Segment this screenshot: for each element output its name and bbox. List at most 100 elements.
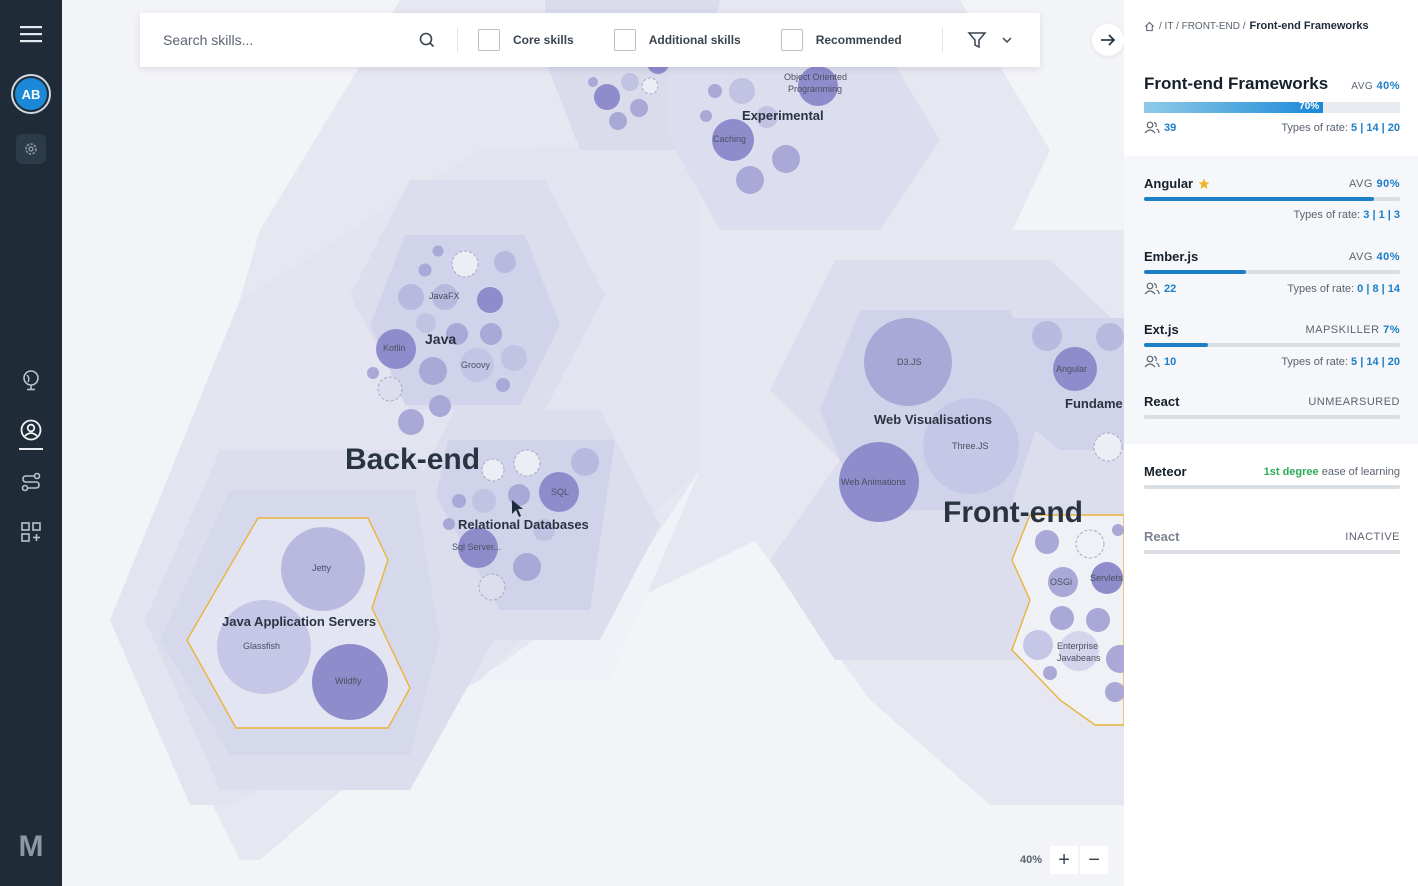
rates-value: 0 | 8 | 14 — [1357, 282, 1400, 295]
framework-list: Angular AVG 90% Types of rate: 3 | 1 | 3… — [1124, 156, 1418, 444]
filter-icon[interactable] — [967, 30, 987, 50]
skill-groovy[interactable]: Groovy — [461, 360, 490, 370]
list-item-angular[interactable]: Angular AVG 90% Types of rate: 3 | 1 | 3 — [1144, 176, 1400, 221]
item-progress-bar — [1144, 343, 1400, 347]
zoom-in-button[interactable]: + — [1050, 846, 1079, 874]
skill-angular[interactable]: Angular — [1056, 364, 1087, 374]
skills-map[interactable]: Back-end Front-end Java Relational Datab… — [62, 0, 1124, 886]
breadcrumb-current: Front-end Frameworks — [1249, 20, 1369, 32]
item-name: Angular — [1144, 176, 1194, 191]
breadcrumb: / IT / FRONT-END / Front-end Frameworks — [1144, 20, 1369, 32]
skill-osgi[interactable]: OSGi — [1050, 577, 1072, 587]
collapse-panel-button[interactable] — [1092, 24, 1124, 56]
degree-text: ease of learning — [1321, 465, 1400, 478]
cluster-label-java-app-servers[interactable]: Java Application Servers — [222, 614, 376, 629]
filter-label: Recommended — [815, 33, 902, 47]
rate-types: Types of rate: 5 | 14 | 20 — [1281, 356, 1400, 368]
breadcrumb-path[interactable]: / IT / FRONT-END / — [1159, 21, 1245, 32]
learning-ease: 1st degree ease of learning — [1264, 466, 1400, 478]
skill-javafx[interactable]: JavaFX — [429, 291, 460, 301]
item-avg: AVG 90% — [1349, 178, 1400, 190]
cluster-label-experimental[interactable]: Experimental — [742, 108, 824, 123]
skill-wildfly[interactable]: Wildfly — [335, 676, 362, 686]
item-name: Ext.js — [1144, 322, 1179, 337]
area-label-frontend[interactable]: Front-end — [943, 496, 1083, 530]
filter-label: Core skills — [513, 33, 574, 47]
filter-label: Additional skills — [648, 33, 741, 47]
globe-icon[interactable] — [11, 360, 51, 400]
details-panel: / IT / FRONT-END / Front-end Frameworks … — [1124, 0, 1418, 886]
item-progress-bar — [1144, 197, 1400, 201]
filter-additional-skills[interactable]: Additional skills — [613, 29, 741, 51]
filter-core-skills[interactable]: Core skills — [478, 29, 574, 51]
list-item-emberjs[interactable]: Ember.js AVG 40% 22 Types of rate: 0 | 8… — [1144, 249, 1400, 295]
status-value: 7% — [1383, 323, 1400, 336]
list-item-extjs[interactable]: Ext.js MAPSKILLER 7% 10 Types of rate: 5… — [1144, 322, 1400, 368]
skill-enterprise-javabeans[interactable]: Enterprise — [1057, 641, 1098, 651]
users-value: 10 — [1164, 355, 1177, 368]
avatar[interactable]: AB — [11, 74, 51, 114]
status-label: UNMEARSURED — [1308, 395, 1400, 408]
skill-oop[interactable]: Object Oriented — [784, 72, 847, 82]
skill-jetty[interactable]: Jetty — [312, 563, 331, 573]
search-toolbar: Core skills Additional skills Recommende… — [140, 13, 1040, 67]
dashboard-add-icon[interactable] — [11, 512, 51, 552]
home-icon[interactable] — [1144, 21, 1155, 32]
skill-servlets[interactable]: Servlets — [1090, 573, 1123, 583]
cluster-label-relational-databases[interactable]: Relational Databases — [458, 517, 589, 532]
skill-d3js[interactable]: D3.JS — [897, 357, 922, 367]
checkbox[interactable] — [780, 29, 803, 51]
checkbox[interactable] — [478, 29, 500, 51]
users-icon — [1144, 121, 1160, 134]
users-icon — [1144, 355, 1160, 368]
degree-value: 1st degree — [1263, 465, 1319, 478]
skill-kotlin[interactable]: Kotlin — [383, 343, 406, 353]
search-input[interactable] — [163, 32, 413, 48]
skill-sql-server[interactable]: Sql Server... — [452, 542, 501, 552]
user-circle-icon[interactable] — [11, 410, 51, 450]
cluster-label-web-visualisations[interactable]: Web Visualisations — [874, 412, 992, 427]
skill-threejs[interactable]: Three.JS — [952, 441, 989, 451]
search-icon[interactable] — [417, 30, 437, 50]
rates-label: Types of rate: — [1293, 209, 1361, 221]
skill-web-animations[interactable]: Web Animations — [841, 477, 906, 487]
panel-header: Front-end Frameworks AVG 40% 70% 39 Type… — [1144, 74, 1400, 134]
skill-sql[interactable]: SQL — [551, 487, 569, 497]
rates-value: 5 | 14 | 20 — [1351, 121, 1400, 134]
left-navigation: AB M — [0, 0, 62, 886]
zoom-controls: 40% + − — [1020, 846, 1109, 874]
item-score: MAPSKILLER 7% — [1305, 324, 1400, 336]
list-item-react[interactable]: React UNMEARSURED — [1144, 394, 1400, 419]
item-name: Meteor — [1144, 464, 1187, 479]
list-item-meteor[interactable]: Meteor 1st degree ease of learning — [1144, 464, 1400, 489]
avatar-initials: AB — [15, 78, 47, 110]
chevron-down-icon[interactable] — [1001, 34, 1013, 46]
skill-glassfish[interactable]: Glassfish — [243, 641, 280, 651]
status-value: 40% — [1376, 250, 1400, 263]
item-progress-bar — [1144, 485, 1400, 489]
checkbox[interactable] — [613, 29, 636, 51]
item-progress-bar — [1144, 415, 1400, 419]
active-indicator — [19, 448, 43, 450]
cluster-label-fundamentals[interactable]: Fundame — [1065, 396, 1123, 411]
gear-icon[interactable] — [16, 134, 46, 164]
users-count: 22 — [1144, 282, 1176, 295]
users-count: 10 — [1144, 355, 1176, 368]
zoom-out-button[interactable]: − — [1080, 846, 1109, 874]
menu-icon[interactable] — [11, 14, 51, 54]
toolbar-divider — [941, 28, 943, 52]
avg-label: AVG — [1351, 81, 1374, 92]
list-item-react-inactive[interactable]: React INACTIVE — [1144, 529, 1400, 554]
skill-caching[interactable]: Caching — [713, 134, 746, 144]
skill-enterprise-javabeans-line2: Javabeans — [1057, 653, 1101, 663]
cluster-label-java[interactable]: Java — [425, 331, 456, 347]
item-progress-bar — [1144, 550, 1400, 554]
overall-progress-bar: 70% — [1144, 101, 1400, 113]
area-label-backend[interactable]: Back-end — [345, 443, 480, 477]
avg-value: 40% — [1376, 80, 1400, 92]
status-label: AVG — [1348, 177, 1373, 190]
users-value: 22 — [1164, 282, 1177, 295]
rates-value: 3 | 1 | 3 — [1363, 209, 1400, 221]
route-icon[interactable] — [11, 462, 51, 502]
filter-recommended[interactable]: Recommended — [780, 29, 902, 51]
